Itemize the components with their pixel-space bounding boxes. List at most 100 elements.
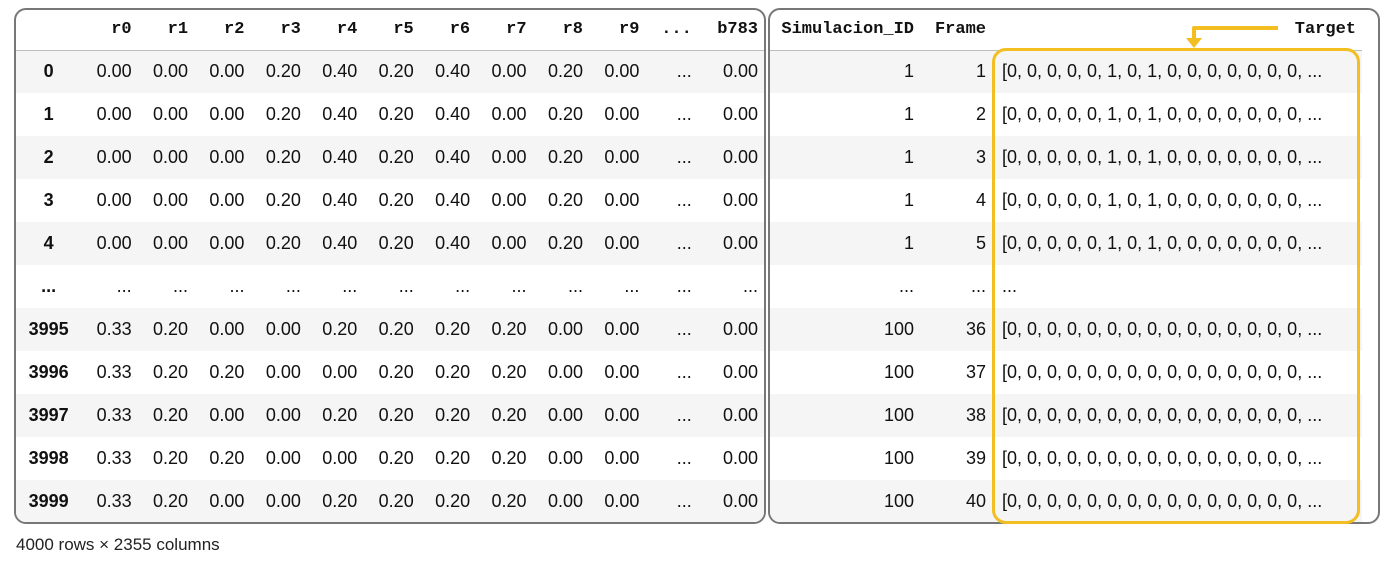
features-header-6: r5: [363, 10, 420, 51]
target-vector-cell: [0, 0, 0, 0, 0, 0, 0, 0, 0, 0, 0, 0, 0, …: [1002, 491, 1323, 511]
features-cell: ...: [676, 405, 692, 425]
features-cell: 0.20: [547, 61, 583, 82]
features-cell: 0.00: [604, 104, 640, 124]
features-cell: 0.20: [265, 104, 301, 124]
features-cell: 0.00: [96, 104, 132, 124]
features-cell: ...: [285, 276, 301, 296]
features-cell: 0.20: [265, 233, 301, 253]
features-header-10: r9: [588, 10, 646, 51]
labels-cell: 39: [965, 448, 986, 468]
features-cell: 0.20: [435, 491, 471, 511]
target-vector-cell: [0, 0, 0, 0, 0, 0, 0, 0, 0, 0, 0, 0, 0, …: [1002, 405, 1323, 425]
features-cell: 0.00: [722, 405, 758, 425]
features-cell: 0.20: [547, 233, 583, 253]
features-cell: 0.00: [604, 362, 640, 382]
features-header-3: r2: [194, 10, 251, 51]
labels-cell: 1: [903, 233, 914, 253]
features-cell: 0.40: [322, 233, 358, 253]
features-cell: 0.20: [378, 448, 414, 468]
features-cell: ...: [676, 448, 692, 468]
labels-table-row: 100 40 [0, 0, 0, 0, 0, 0, 0, 0, 0, 0, 0, 0…: [770, 480, 1362, 522]
target-vector-cell: [0, 0, 0, 0, 0, 1, 0, 1, 0, 0, 0, 0, 0, …: [1002, 233, 1323, 253]
features-cell: 0.00: [604, 147, 640, 167]
features-header-2: r1: [137, 10, 195, 51]
labels-cell: ...: [898, 276, 914, 296]
features-cell: 0.00: [209, 104, 245, 124]
features-header-0: [16, 10, 82, 51]
labels-table-row: 1 1 [0, 0, 0, 0, 0, 1, 0, 1, 0, 0, 0, 0, 0…: [770, 50, 1362, 93]
labels-table: Simulacion_ID Frame Target 1 1 [0, 0, 0, 0, …: [770, 10, 1362, 522]
features-header-1: r0: [81, 10, 138, 51]
features-cell: 0.33: [96, 319, 132, 339]
features-cell: ...: [742, 276, 758, 296]
labels-table-row: .........: [770, 265, 1362, 308]
features-cell: 0.20: [378, 405, 414, 425]
features-cell: 0.40: [322, 61, 358, 82]
features-cell: 0.20: [378, 190, 414, 210]
features-cell: 0.00: [491, 233, 527, 253]
features-cell: 0.20: [435, 319, 471, 339]
labels-cell: 40: [965, 491, 986, 511]
row-index-label: 3997: [28, 405, 69, 425]
features-cell: ...: [173, 276, 189, 296]
features-table-row: 1 0.00 0.00 0.00 0.20 0.40 0.20 0.40 0.00 0.20 0.0…: [16, 93, 764, 136]
features-cell: 0.00: [604, 448, 640, 468]
row-index-label: ...: [41, 276, 57, 296]
features-cell: 0.20: [378, 104, 414, 124]
labels-header-0: Simulacion_ID: [770, 10, 920, 51]
arrow-down-icon: [1186, 26, 1278, 48]
labels-cell: 4: [975, 190, 986, 210]
row-index-label: 3996: [28, 362, 69, 382]
labels-cell: 37: [965, 362, 986, 382]
features-cell: 0.00: [265, 491, 301, 511]
features-cell: 0.20: [378, 147, 414, 167]
features-table: r0 r1 r2 r3 r4 r5 r6 r7 r8 r9... b783 0 0.00 0.00 0.0…: [16, 10, 764, 522]
row-index-label: 3995: [28, 319, 69, 339]
features-cell: 0.20: [265, 61, 301, 82]
features-cell: 0.00: [722, 190, 758, 210]
features-cell: 0.00: [722, 233, 758, 253]
features-cell: ...: [567, 276, 583, 296]
features-cell: 0.40: [322, 190, 358, 210]
features-cell: 0.00: [152, 61, 189, 82]
labels-header-1: Frame: [920, 10, 992, 51]
features-cell: 0.00: [722, 147, 758, 167]
features-cell: ...: [229, 276, 245, 296]
features-cell: 0.40: [435, 104, 471, 124]
features-cell: ...: [676, 104, 692, 124]
table-shape-caption: 4000 rows × 2355 columns: [16, 535, 220, 554]
labels-cell: 100: [883, 319, 914, 339]
labels-cell: 100: [883, 448, 914, 468]
features-cell: ...: [624, 276, 640, 296]
features-cell: 0.40: [322, 147, 358, 167]
features-cell: 0.00: [322, 448, 358, 468]
labels-cell: 5: [975, 233, 986, 253]
features-cell: 0.20: [265, 147, 301, 167]
features-header-8: r7: [476, 10, 533, 51]
features-cell: 0.00: [209, 233, 245, 253]
features-cell: 0.20: [265, 190, 301, 210]
features-cell: 0.00: [96, 233, 132, 253]
features-cell: 0.40: [435, 147, 471, 167]
features-table-row: 0 0.00 0.00 0.00 0.20 0.40 0.20 0.40 0.00 0.20 0.0…: [16, 50, 764, 93]
features-table-row: 3 0.00 0.00 0.00 0.20 0.40 0.20 0.40 0.00 0.20 0.0…: [16, 179, 764, 222]
features-cell: 0.33: [96, 405, 132, 425]
labels-table-row: 1 5 [0, 0, 0, 0, 0, 1, 0, 1, 0, 0, 0, 0, 0…: [770, 222, 1362, 265]
features-cell: 0.00: [722, 61, 758, 82]
features-cell: ...: [676, 491, 692, 511]
target-vector-cell: [0, 0, 0, 0, 0, 1, 0, 1, 0, 0, 0, 0, 0, …: [1002, 61, 1323, 82]
features-cell: 0.00: [152, 233, 189, 253]
features-cell: 0.00: [604, 491, 640, 511]
labels-cell: 1: [903, 147, 914, 167]
target-vector-cell: ...: [1002, 276, 1018, 296]
features-cell: 0.00: [604, 190, 640, 210]
features-cell: 0.40: [435, 190, 471, 210]
labels-table-row: 100 38 [0, 0, 0, 0, 0, 0, 0, 0, 0, 0, 0, 0…: [770, 394, 1362, 437]
features-cell: 0.00: [96, 147, 132, 167]
labels-cell: 100: [883, 491, 914, 511]
features-cell: 0.00: [604, 319, 640, 339]
features-cell: 0.33: [96, 491, 132, 511]
features-header-row: r0 r1 r2 r3 r4 r5 r6 r7 r8 r9... b783: [16, 10, 764, 51]
features-cell: 0.00: [209, 147, 245, 167]
features-cell: 0.00: [209, 190, 245, 210]
